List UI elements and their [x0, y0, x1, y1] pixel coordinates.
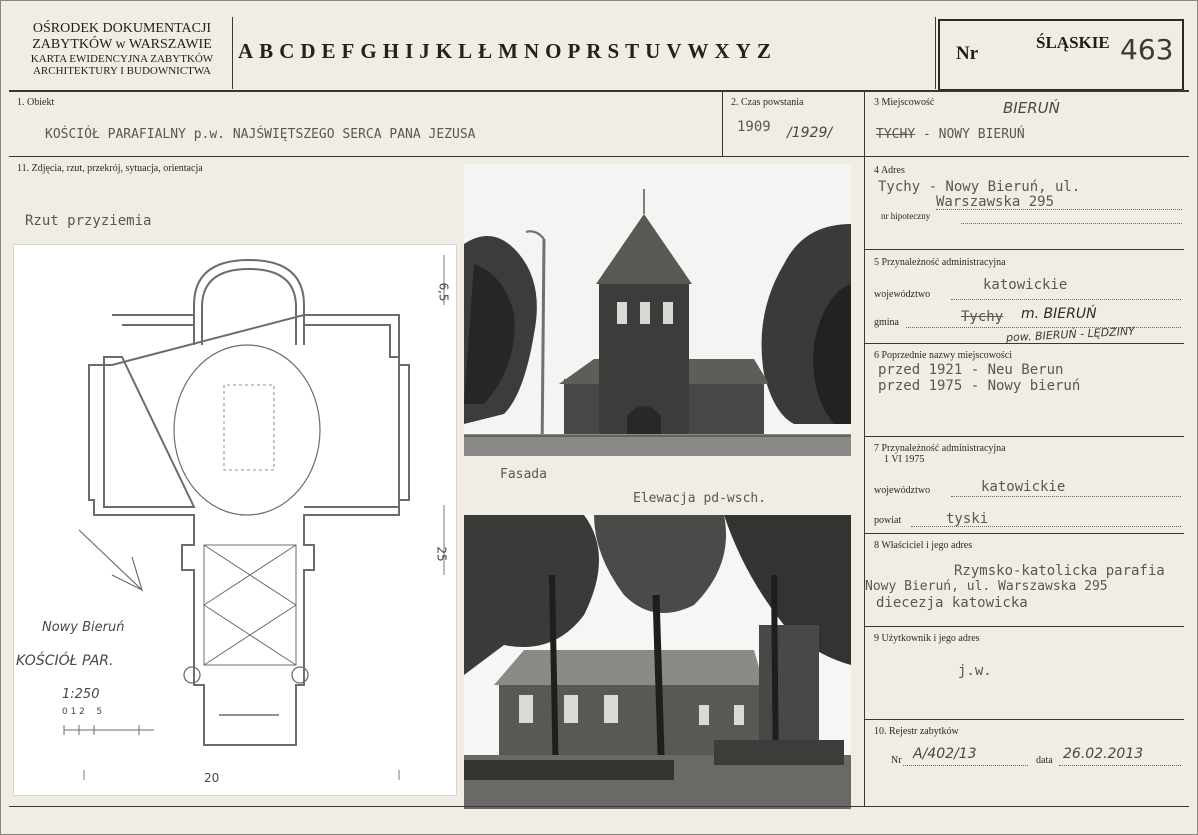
miejscowosc-label: 3 Miejscowość: [874, 97, 935, 108]
index-letter: X: [714, 39, 730, 63]
index-letter: F: [341, 39, 355, 63]
powiat-label: powiat: [874, 515, 902, 526]
index-letter: L: [458, 39, 473, 63]
index-letter: W: [687, 39, 709, 63]
czas-label: 2. Czas powstania: [731, 97, 804, 108]
wlasciciel-line3: diecezja katowicka: [876, 595, 1028, 611]
index-letter: A: [238, 39, 254, 63]
plan-hand-church: KOŚCIÓŁ PAR.: [16, 653, 114, 669]
przynaleznosc7-date: 1 VI 1975: [884, 454, 925, 465]
index-letter: Ł: [478, 39, 493, 63]
rejestr-date-value: 26.02.2013: [1063, 746, 1144, 762]
rejestr-date-label: data: [1036, 755, 1053, 766]
index-letter: N: [523, 39, 540, 63]
czas-hand: /1929/: [787, 125, 833, 141]
index-letter: J: [419, 39, 430, 63]
adres-line2: Warszawska 295: [936, 194, 1055, 210]
adres-line1: Tychy - Nowy Bieruń, ul.: [878, 179, 1081, 195]
przynaleznosc7-label: 7 Przynależność administracyjna: [874, 443, 1006, 454]
facade-photo-drawing: [464, 164, 851, 456]
card-number: 463: [1120, 33, 1174, 66]
miejscowosc-value: TYCHY - NOWY BIERUŃ: [876, 127, 1025, 142]
elevation-photo-drawing: [464, 515, 851, 809]
index-letter: M: [498, 39, 518, 63]
photo-caption-elewacja: Elewacja pd-wsch.: [633, 491, 767, 506]
powiat-value: tyski: [946, 511, 989, 527]
woj5-label: województwo: [874, 289, 931, 300]
index-letter: D: [300, 39, 316, 63]
org-line4: ARCHITEKTURY I BUDOWNICTWA: [32, 65, 212, 77]
index-letter: R: [586, 39, 602, 63]
rejestr-nr-value: A/402/13: [913, 746, 977, 762]
adres-sub: nr hipoteczny: [881, 211, 931, 221]
gmina-label: gmina: [874, 317, 899, 328]
miejscowosc-main: - NOWY BIERUŃ: [915, 127, 1025, 142]
obiekt-label: 1. Obiekt: [17, 97, 55, 108]
floor-plan: 6,5 25 20 Nowy Bieruń KOŚCIÓŁ PAR. 1:250…: [13, 244, 457, 796]
plan-dim-top: 6,5: [436, 282, 451, 302]
index-letter: B: [259, 39, 274, 63]
wlasciciel-label: 8 Właściciel i jego adres: [874, 540, 973, 551]
uzytkownik-value: j.w.: [958, 663, 992, 679]
index-letter: H: [382, 39, 400, 63]
index-letter: Y: [735, 39, 751, 63]
index-letter: K: [435, 39, 453, 63]
index-letter: O: [545, 39, 562, 63]
nr-box: Nr ŚLĄSKIE 463: [938, 19, 1184, 91]
index-letter: S: [607, 39, 620, 63]
obiekt-value: KOŚCIÓŁ PARAFIALNY p.w. NAJŚWIĘTSZEGO SE…: [45, 127, 476, 142]
woj7-value: katowickie: [981, 479, 1066, 495]
przynaleznosc-label: 5 Przynależność administracyjna: [874, 257, 1006, 268]
wlasciciel-line2: Nowy Bieruń, ul. Warszawska 295: [865, 579, 1108, 594]
czas-value: 1909: [737, 119, 771, 135]
index-letter: U: [645, 39, 661, 63]
region-label: ŚLĄSKIE: [1036, 33, 1110, 52]
org-line3: KARTA EWIDENCYJNA ZABYTKÓW: [30, 53, 214, 65]
wlasciciel-line1: Rzymsko-katolicka parafia: [954, 563, 1165, 579]
index-letter: C: [279, 39, 295, 63]
plan-scale-ticks: 0 1 2 5: [62, 707, 103, 717]
rejestr-label: 10. Rejestr zabytków: [874, 726, 959, 737]
record-card: OŚRODEK DOKUMENTACJI ZABYTKÓW w WARSZAWI…: [0, 0, 1198, 835]
woj5-value: katowickie: [983, 277, 1068, 293]
plan-scale: 1:250: [62, 687, 100, 702]
plan-hand-location: Nowy Bieruń: [42, 620, 125, 635]
facade-photo: [464, 164, 851, 456]
gmina-struck: Tychy: [961, 309, 1004, 325]
plan-dim-bottom: 20: [204, 771, 220, 785]
org-line2: ZABYTKÓW w WARSZAWIE: [32, 37, 212, 52]
org-block: OŚRODEK DOKUMENTACJI ZABYTKÓW w WARSZAWI…: [11, 21, 233, 77]
rejestr-nr-label: Nr: [891, 755, 902, 766]
index-letter: E: [321, 39, 336, 63]
uzytkownik-label: 9 Użytkownik i jego adres: [874, 633, 980, 644]
miejscowosc-struck: TYCHY: [876, 127, 916, 142]
plan-dim-right: 25: [434, 546, 449, 562]
index-letter: I: [405, 39, 414, 63]
poprzednie-line2: przed 1975 - Nowy bieruń: [878, 378, 1081, 394]
photo-caption-fasada: Fasada: [500, 467, 547, 482]
adres-label: 4 Adres: [874, 165, 905, 176]
gmina-hand: m. BIERUŃ: [1021, 306, 1097, 322]
index-letters: ABCDEFGHIJKLŁMNOPRSTUVWXYZ: [238, 39, 777, 64]
org-line1: OŚRODEK DOKUMENTACJI: [32, 21, 212, 36]
index-letter: G: [360, 39, 377, 63]
index-letter: Z: [756, 39, 771, 63]
nr-label: Nr: [956, 43, 979, 64]
woj7-label: województwo: [874, 485, 931, 496]
poprzednie-line1: przed 1921 - Neu Berun: [878, 362, 1064, 378]
plan-title: Rzut przyziemia: [25, 213, 152, 229]
elevation-photo: [464, 515, 851, 809]
zdjecia-label: 11. Zdjęcia, rzut, przekrój, sytuacja, o…: [17, 163, 203, 174]
index-letter: T: [625, 39, 640, 63]
index-letter: V: [666, 39, 682, 63]
poprzednie-label: 6 Poprzednie nazwy miejscowości: [874, 350, 1013, 361]
index-letter: P: [567, 39, 581, 63]
miejscowosc-hand: BIERUŃ: [1003, 99, 1060, 117]
